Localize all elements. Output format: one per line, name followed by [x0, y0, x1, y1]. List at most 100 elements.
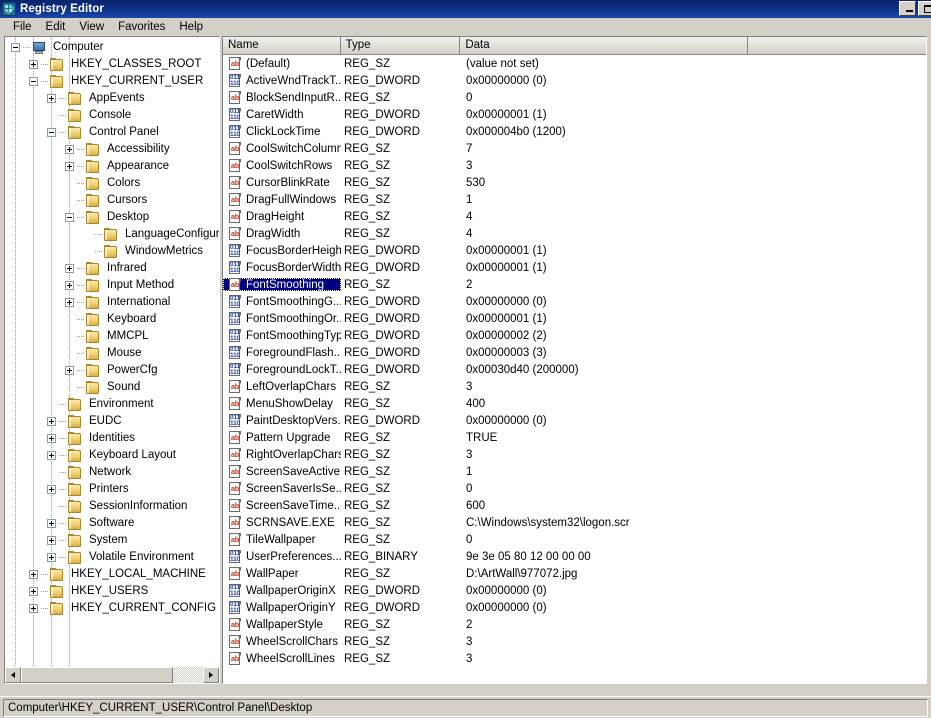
tree-horizontal-scrollbar[interactable]	[5, 667, 219, 683]
tree-node[interactable]: Control Panel	[5, 124, 219, 141]
tree-node[interactable]: HKEY_LOCAL_MACHINE	[5, 566, 219, 583]
registry-tree[interactable]: Computer HKEY_CLASSES_ROOT HKEY_CURRENT_US…	[5, 37, 219, 667]
collapse-icon[interactable]	[47, 128, 56, 137]
expand-icon[interactable]	[65, 298, 74, 307]
tree-node[interactable]: Appearance	[5, 158, 219, 175]
menu-view[interactable]: View	[72, 20, 111, 34]
expand-icon[interactable]	[47, 519, 56, 528]
table-row[interactable]: ab CoolSwitchColumns REG_SZ 7	[223, 140, 926, 157]
table-row[interactable]: ab LeftOverlapChars REG_SZ 3	[223, 378, 926, 395]
expand-icon[interactable]	[65, 281, 74, 290]
tree-node[interactable]: Console	[5, 107, 219, 124]
expand-icon[interactable]	[65, 162, 74, 171]
table-row[interactable]: ab DragFullWindows REG_SZ 1	[223, 191, 926, 208]
table-row[interactable]: ab MenuShowDelay REG_SZ 400	[223, 395, 926, 412]
tree-node[interactable]: Printers	[5, 481, 219, 498]
expand-icon[interactable]	[47, 553, 56, 562]
expand-icon[interactable]	[65, 145, 74, 154]
table-row[interactable]: ab WheelScrollLines REG_SZ 3	[223, 650, 926, 667]
table-row[interactable]: 011 110 ForegroundFlash... REG_DWORD 0x00000…	[223, 344, 926, 361]
table-row[interactable]: 011 110 FocusBorderWidth REG_DWORD 0x0000000…	[223, 259, 926, 276]
tree-node[interactable]: Input Method	[5, 277, 219, 294]
table-row[interactable]: 011 110 WallpaperOriginX REG_DWORD 0x0000000…	[223, 582, 926, 599]
expand-icon[interactable]	[47, 536, 56, 545]
column-header-empty[interactable]	[747, 37, 926, 55]
table-row[interactable]: ab ScreenSaverIsSe... REG_SZ 0	[223, 480, 926, 497]
tree-node[interactable]: HKEY_CURRENT_CONFIG	[5, 600, 219, 617]
expand-icon[interactable]	[47, 417, 56, 426]
tree-node[interactable]: Mouse	[5, 345, 219, 362]
registry-values-list[interactable]: ab (Default) REG_SZ (value not set) 011 110 Ac…	[223, 55, 926, 667]
tree-node[interactable]: Identities	[5, 430, 219, 447]
tree-node[interactable]: MMCPL	[5, 328, 219, 345]
tree-node[interactable]: HKEY_USERS	[5, 583, 219, 600]
expand-icon[interactable]	[29, 60, 38, 69]
table-row[interactable]: ab ScreenSaveTime... REG_SZ 600	[223, 497, 926, 514]
table-row[interactable]: 011 110 ForegroundLockT... REG_DWORD 0x00030…	[223, 361, 926, 378]
table-row[interactable]: ab SCRNSAVE.EXE REG_SZ C:\Windows\system32\…	[223, 514, 926, 531]
tree-scroll-thumb[interactable]	[21, 667, 173, 683]
column-header-name[interactable]: Name	[223, 37, 341, 55]
expand-icon[interactable]	[29, 570, 38, 579]
tree-node[interactable]: Keyboard	[5, 311, 219, 328]
expand-icon[interactable]	[65, 366, 74, 375]
tree-node[interactable]: EUDC	[5, 413, 219, 430]
tree-node[interactable]: HKEY_CURRENT_USER	[5, 73, 219, 90]
collapse-icon[interactable]	[29, 77, 38, 86]
collapse-icon[interactable]	[65, 213, 74, 222]
table-row[interactable]: 011 110 ActiveWndTrackT... REG_DWORD 0x00000…	[223, 72, 926, 89]
menu-favorites[interactable]: Favorites	[111, 20, 172, 34]
table-row[interactable]: ab WallpaperStyle REG_SZ 2	[223, 616, 926, 633]
tree-node[interactable]: Sound	[5, 379, 219, 396]
tree-scroll-track[interactable]	[173, 667, 203, 683]
tree-node[interactable]: AppEvents	[5, 90, 219, 107]
table-row[interactable]: 011 110 ClickLockTime REG_DWORD 0x000004b0 (…	[223, 123, 926, 140]
expand-icon[interactable]	[65, 264, 74, 273]
expand-icon[interactable]	[29, 587, 38, 596]
column-header-data[interactable]: Data	[460, 37, 748, 55]
tree-node[interactable]: LanguageConfigura	[5, 226, 219, 243]
tree-node[interactable]: Infrared	[5, 260, 219, 277]
table-row[interactable]: ab WallPaper REG_SZ D:\ArtWall\977072.jpg	[223, 565, 926, 582]
table-row[interactable]: 011 110 CaretWidth REG_DWORD 0x00000001 (1)	[223, 106, 926, 123]
menu-file[interactable]: File	[6, 20, 39, 34]
table-row[interactable]: ab CoolSwitchRows REG_SZ 3	[223, 157, 926, 174]
expand-icon[interactable]	[47, 485, 56, 494]
maximize-button[interactable]	[918, 1, 931, 16]
tree-node[interactable]: Colors	[5, 175, 219, 192]
table-row[interactable]: ab ScreenSaveActive REG_SZ 1	[223, 463, 926, 480]
table-row[interactable]: ab FontSmoothing REG_SZ 2	[223, 276, 926, 293]
tree-node[interactable]: Network	[5, 464, 219, 481]
collapse-icon[interactable]	[11, 43, 20, 52]
tree-node[interactable]: Keyboard Layout	[5, 447, 219, 464]
column-header-type[interactable]: Type	[340, 37, 461, 55]
scroll-left-button[interactable]	[5, 667, 21, 683]
tree-node[interactable]: SessionInformation	[5, 498, 219, 515]
tree-node[interactable]: System	[5, 532, 219, 549]
expand-icon[interactable]	[29, 604, 38, 613]
table-row[interactable]: 011 110 FontSmoothingType REG_DWORD 0x000000…	[223, 327, 926, 344]
expand-icon[interactable]	[47, 451, 56, 460]
table-row[interactable]: ab DragWidth REG_SZ 4	[223, 225, 926, 242]
tree-node[interactable]: Desktop	[5, 209, 219, 226]
table-row[interactable]: 011 110 FontSmoothingOr... REG_DWORD 0x00000…	[223, 310, 926, 327]
minimize-button[interactable]	[899, 1, 916, 16]
table-row[interactable]: ab (Default) REG_SZ (value not set)	[223, 55, 926, 72]
tree-node[interactable]: Environment	[5, 396, 219, 413]
table-row[interactable]: ab RightOverlapChars REG_SZ 3	[223, 446, 926, 463]
expand-icon[interactable]	[47, 434, 56, 443]
tree-node[interactable]: Software	[5, 515, 219, 532]
menu-edit[interactable]: Edit	[39, 20, 73, 34]
scroll-right-button[interactable]	[203, 667, 219, 683]
table-row[interactable]: ab DragHeight REG_SZ 4	[223, 208, 926, 225]
table-row[interactable]: ab TileWallpaper REG_SZ 0	[223, 531, 926, 548]
table-row[interactable]: 011 110 WallpaperOriginY REG_DWORD 0x0000000…	[223, 599, 926, 616]
table-row[interactable]: 011 110 FontSmoothingG... REG_DWORD 0x000000…	[223, 293, 926, 310]
menu-help[interactable]: Help	[172, 20, 210, 34]
expand-icon[interactable]	[47, 94, 56, 103]
tree-node[interactable]: Accessibility	[5, 141, 219, 158]
table-row[interactable]: ab CursorBlinkRate REG_SZ 530	[223, 174, 926, 191]
table-row[interactable]: ab BlockSendInputR... REG_SZ 0	[223, 89, 926, 106]
title-bar[interactable]: Registry Editor	[0, 0, 931, 18]
table-row[interactable]: 011 110 PaintDesktopVers... REG_DWORD 0x0000…	[223, 412, 926, 429]
